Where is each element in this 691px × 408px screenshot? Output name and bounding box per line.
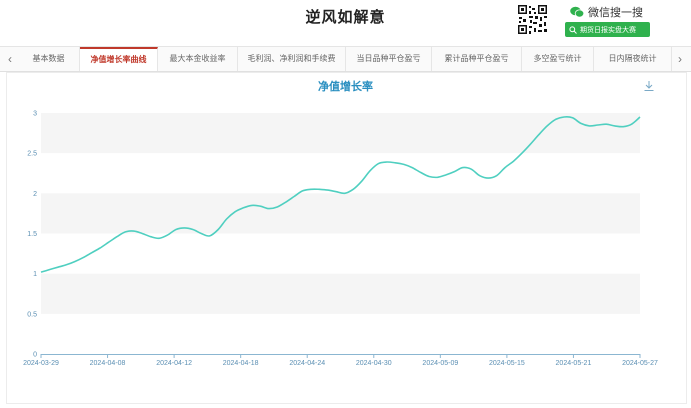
x-tick-label: 2024-05-09 — [422, 360, 458, 367]
x-tick-label: 2024-05-15 — [489, 360, 525, 367]
x-tick-label: 2024-05-21 — [556, 360, 592, 367]
y-tick-label: 0.5 — [27, 311, 37, 318]
line-chart: 0 0.5 1 1.5 2 2.5 3 2024-03-29 2024-04-08 2024-04… — [23, 111, 658, 368]
x-tick-label: 2024-03-29 — [23, 360, 59, 367]
y-tick-label: 2.5 — [27, 151, 37, 158]
y-tick-label: 0 — [33, 352, 37, 359]
y-tick-label: 2 — [33, 191, 37, 198]
grid-band — [41, 113, 640, 154]
x-tick-label: 2024-04-24 — [289, 360, 325, 367]
x-tick-label: 2024-05-27 — [622, 360, 658, 367]
y-tick-label: 1.5 — [27, 231, 37, 238]
x-tick-label: 2024-04-18 — [223, 360, 259, 367]
y-tick-label: 1 — [33, 271, 37, 278]
grid-band — [41, 273, 640, 314]
x-tick-label: 2024-04-30 — [356, 360, 392, 367]
grid-band — [41, 193, 640, 234]
y-tick-label: 3 — [33, 111, 37, 118]
x-tick-label: 2024-04-08 — [90, 360, 126, 367]
x-tick-label: 2024-04-12 — [156, 360, 192, 367]
